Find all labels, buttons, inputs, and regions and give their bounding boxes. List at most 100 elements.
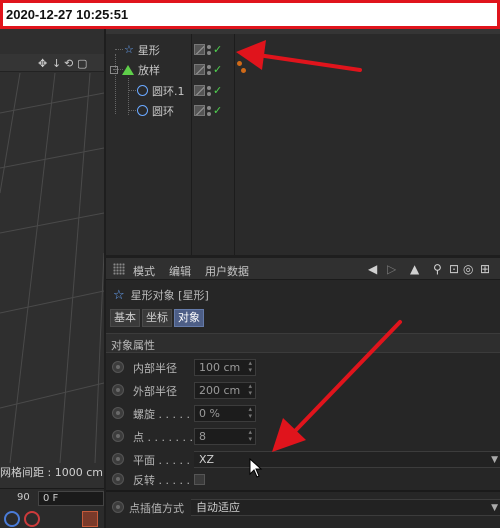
- grip-icon[interactable]: [113, 263, 125, 275]
- tab-object[interactable]: 对象: [174, 309, 204, 327]
- object-title: ☆ 星形对象 [星形]: [106, 285, 209, 305]
- object-flags[interactable]: ✓: [194, 84, 222, 97]
- keyframe-icon[interactable]: [82, 511, 98, 527]
- animate-radio-icon[interactable]: [112, 473, 124, 485]
- rotate-icon[interactable]: ⟲: [64, 57, 73, 70]
- viewport-panel[interactable]: ✥ ↓ ⟲ ▢ 网格间距 : 1000 cm 90 0 F: [0, 29, 104, 528]
- visibility-dots-icon[interactable]: [207, 85, 211, 96]
- object-name: 放样: [138, 63, 160, 77]
- object-name: 圆环.1: [152, 84, 185, 98]
- enabled-check-icon[interactable]: ✓: [213, 43, 222, 56]
- autokey-icon[interactable]: [24, 511, 40, 527]
- animate-radio-icon[interactable]: [112, 453, 124, 465]
- timestamp-banner: 2020-12-27 10:25:51: [0, 0, 500, 29]
- perspective-grid[interactable]: [0, 73, 104, 463]
- up-arrow-icon[interactable]: ▲: [410, 262, 419, 276]
- object-flags[interactable]: ✓: [194, 63, 222, 76]
- property-reverse: 反转 . . . . . .: [106, 468, 500, 490]
- property-interpolation: 点插值方式 自动适应 ▼: [106, 496, 500, 518]
- attribute-tabs: 基本 坐标 对象: [110, 309, 204, 327]
- grid-spacing-label: 网格间距 : 1000 cm: [0, 466, 103, 479]
- property-outer-radius: 外部半径 200 cm ▴ ▾: [106, 379, 500, 401]
- search-icon[interactable]: ⚲: [433, 262, 442, 276]
- enabled-check-icon[interactable]: ✓: [213, 104, 222, 117]
- layer-icon[interactable]: [194, 44, 205, 55]
- star-icon: ☆: [113, 287, 125, 303]
- circle-icon: [137, 105, 148, 116]
- property-label: 平面 . . . . . .: [133, 454, 197, 467]
- tag-icon[interactable]: [241, 68, 246, 73]
- object-row-star[interactable]: ☆ 星形: [124, 40, 160, 59]
- forward-arrow-icon[interactable]: ▷: [387, 262, 396, 276]
- object-name: 圆环: [152, 104, 174, 118]
- layer-icon[interactable]: [194, 64, 205, 75]
- animate-radio-icon[interactable]: [112, 361, 124, 373]
- property-label: 螺旋 . . . . .: [133, 408, 190, 421]
- chevron-down-icon: ▼: [491, 503, 498, 513]
- object-row-circle-1[interactable]: 圆环.1: [137, 81, 185, 100]
- menu-edit[interactable]: 编辑: [169, 263, 191, 279]
- timeline-bar: 90 0 F: [0, 488, 104, 528]
- star-icon: ☆: [124, 43, 134, 56]
- lock-icon[interactable]: ⊡: [449, 262, 459, 276]
- maximize-icon[interactable]: ▢: [77, 57, 87, 70]
- outer-radius-input[interactable]: 200 cm ▴ ▾: [194, 382, 256, 399]
- collapse-toggle-icon[interactable]: -: [110, 65, 118, 74]
- target-icon[interactable]: ◎: [463, 262, 473, 276]
- property-points: 点 . . . . . . . 8 ▴ ▾: [106, 425, 500, 447]
- property-label: 反转 . . . . . .: [133, 474, 197, 487]
- inner-radius-input[interactable]: 100 cm ▴ ▾: [194, 359, 256, 376]
- divider: [106, 490, 500, 492]
- object-row-loft[interactable]: - 放样: [110, 60, 160, 79]
- new-panel-icon[interactable]: ⊞: [480, 262, 490, 276]
- animate-radio-icon[interactable]: [112, 407, 124, 419]
- tab-coordinates[interactable]: 坐标: [142, 309, 172, 327]
- record-icon[interactable]: [4, 511, 20, 527]
- move-icon[interactable]: ✥: [38, 57, 47, 70]
- visibility-dots-icon[interactable]: [207, 64, 211, 75]
- object-flags[interactable]: ✓: [194, 104, 222, 117]
- animate-radio-icon[interactable]: [112, 384, 124, 396]
- twist-input[interactable]: 0 % ▴ ▾: [194, 405, 256, 422]
- down-arrow-icon[interactable]: ↓: [52, 57, 61, 70]
- points-input[interactable]: 8 ▴ ▾: [194, 428, 256, 445]
- menu-user-data[interactable]: 用户数据: [205, 263, 249, 279]
- menu-mode[interactable]: 模式: [133, 263, 155, 279]
- property-inner-radius: 内部半径 100 cm ▴ ▾: [106, 356, 500, 378]
- property-plane: 平面 . . . . . . XZ ▼: [106, 448, 500, 470]
- property-twist: 螺旋 . . . . . 0 % ▴ ▾: [106, 402, 500, 424]
- object-row-circle[interactable]: 圆环: [137, 101, 174, 120]
- section-title: 对象属性: [111, 339, 155, 352]
- tab-basic[interactable]: 基本: [110, 309, 140, 327]
- viewport-toolbar: ✥ ↓ ⟲ ▢: [0, 54, 104, 72]
- visibility-dots-icon[interactable]: [207, 105, 211, 116]
- object-flags[interactable]: ✓: [194, 43, 222, 56]
- back-arrow-icon[interactable]: ◀: [368, 262, 377, 276]
- frame-number: 90: [17, 492, 30, 503]
- mouse-cursor-icon: [249, 458, 263, 478]
- loft-icon: [122, 64, 134, 75]
- tag-icon[interactable]: [237, 61, 242, 66]
- enabled-check-icon[interactable]: ✓: [213, 84, 222, 97]
- object-flags-column: ✓ ✓ ✓ ✓: [192, 34, 235, 255]
- reverse-checkbox[interactable]: [194, 474, 205, 485]
- chevron-down-icon: ▼: [491, 455, 498, 465]
- section-header: 对象属性: [106, 333, 500, 353]
- visibility-dots-icon[interactable]: [207, 44, 211, 55]
- property-label: 外部半径: [133, 385, 177, 398]
- property-label: 点 . . . . . . .: [133, 431, 193, 444]
- animate-radio-icon[interactable]: [112, 501, 124, 513]
- attribute-manager: 模式 编辑 用户数据 ◀ ▷ ▲ ⚲ ⊡ ◎ ⊞ ☆ 星形对象 [星形] 基本 …: [106, 258, 500, 528]
- layer-icon[interactable]: [194, 105, 205, 116]
- object-title-text: 星形对象 [星形]: [130, 289, 209, 302]
- timestamp-text: 2020-12-27 10:25:51: [6, 7, 129, 22]
- attribute-menubar: 模式 编辑 用户数据 ◀ ▷ ▲ ⚲ ⊡ ◎ ⊞: [106, 258, 500, 280]
- interpolation-select[interactable]: 自动适应 ▼: [191, 499, 500, 516]
- plane-select[interactable]: XZ ▼: [194, 451, 500, 468]
- frame-field[interactable]: 0 F: [38, 491, 104, 506]
- enabled-check-icon[interactable]: ✓: [213, 63, 222, 76]
- object-name-column: ☆ 星形 - 放样 圆环.1 圆环: [106, 34, 192, 255]
- animate-radio-icon[interactable]: [112, 430, 124, 442]
- layer-icon[interactable]: [194, 85, 205, 96]
- object-manager: ☆ 星形 - 放样 圆环.1 圆环 ✓ ✓ ✓ ✓: [106, 29, 500, 255]
